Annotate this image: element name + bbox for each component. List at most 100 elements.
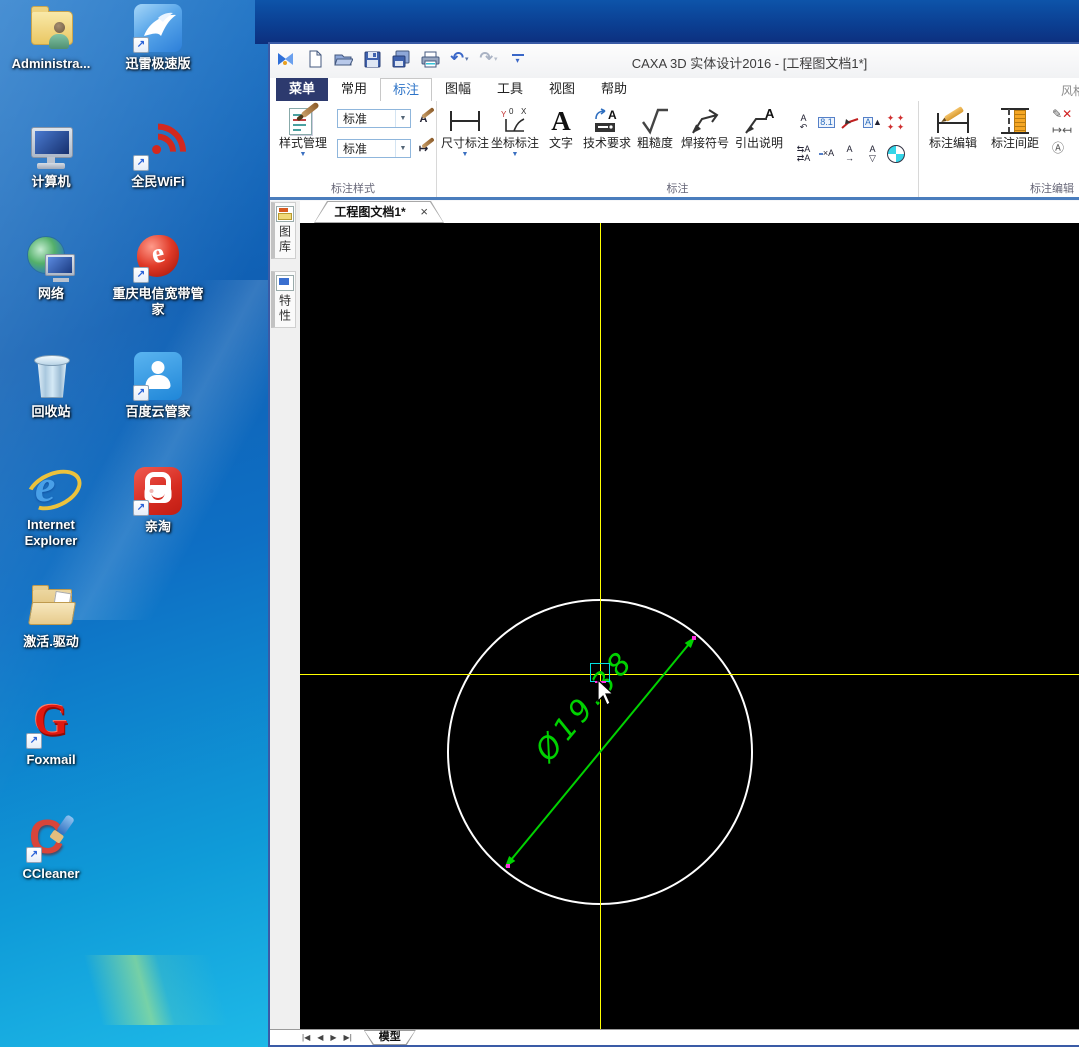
- desktop-icon-internet-explorer[interactable]: e Internet Explorer: [3, 460, 99, 549]
- desktop-icon-recycle-bin[interactable]: 回收站: [3, 350, 99, 420]
- rotate-text-icon[interactable]: A ↶: [794, 113, 813, 132]
- wallpaper-dark-band: [255, 0, 1079, 44]
- save-icon[interactable]: [363, 50, 382, 68]
- desktop-icon-administrator[interactable]: Administra...: [3, 2, 99, 72]
- combo-arrow-icon[interactable]: ▼: [395, 110, 410, 127]
- endpoint-marker: [506, 864, 510, 868]
- dim-spacing-icon: [999, 108, 1031, 134]
- desktop-icon-baidu-cloud[interactable]: ↗ 百度云管家: [110, 350, 206, 420]
- app-logo-icon[interactable]: [276, 50, 295, 68]
- edit-delete-icon[interactable]: ✎✕: [1052, 107, 1076, 121]
- desktop-icon-quanmin-wifi[interactable]: ↗ 全民WiFi: [110, 112, 206, 192]
- text-style-combo[interactable]: 标准 ▼: [337, 139, 411, 158]
- tab-help[interactable]: 帮助: [588, 78, 640, 101]
- text-icon: A: [551, 106, 571, 136]
- desktop-icon-label: 网络: [37, 286, 64, 301]
- shortcut-arrow-icon: ↗: [133, 37, 149, 53]
- dimension-style-combo[interactable]: 标准 ▼: [337, 109, 411, 128]
- tab-view[interactable]: 视图: [536, 78, 588, 101]
- title-bar[interactable]: ↶ ▾ ↷ ▾ ▾ CAXA 3D 实体设计2016 - [工程图文档1*]: [270, 44, 1079, 78]
- group-label: 标注: [666, 183, 689, 195]
- style-manager-icon: [288, 101, 320, 136]
- desktop-icon-qintao[interactable]: ↗ 亲淘: [110, 465, 206, 535]
- dim-compact-icon[interactable]: ↦↤: [1052, 123, 1076, 137]
- tab-menu[interactable]: 菜单: [276, 78, 328, 101]
- tab-sheet[interactable]: 图幅: [432, 78, 484, 101]
- datum-frame-icon[interactable]: A ▲: [863, 113, 882, 132]
- sidebar-tab-library[interactable]: 图库: [271, 202, 296, 259]
- broadband-manager-icon: ↗: [132, 232, 184, 284]
- dim-style-edit-icon[interactable]: ↦: [414, 137, 435, 158]
- mouse-cursor-icon: [597, 678, 619, 714]
- style-manager-button[interactable]: 样式管理 ▼: [273, 101, 333, 159]
- desktop-icon-label: Internet Explorer: [24, 517, 78, 548]
- sheet-bar: |◀ ◀ ▶ ▶| 模型: [270, 1029, 1079, 1045]
- box-text-icon[interactable]: ×A: [817, 144, 836, 163]
- desktop-icon-computer[interactable]: 计算机: [3, 120, 99, 190]
- quadrant-circle-icon[interactable]: [886, 144, 905, 163]
- recycle-bin-icon: [25, 350, 77, 402]
- desktop-icon-label: 激活.驱动: [23, 634, 79, 649]
- tab-common[interactable]: 常用: [328, 78, 380, 101]
- computer-icon: [25, 120, 77, 172]
- open-file-icon[interactable]: [334, 50, 353, 68]
- leader-note-button[interactable]: A 引出说明: [732, 103, 786, 150]
- desktop-icon-xunlei[interactable]: ↗ 迅雷极速版: [110, 2, 206, 72]
- text-button[interactable]: A 文字: [540, 103, 582, 150]
- desktop-icon-broadband-manager[interactable]: ↗ 重庆电信宽带管家: [110, 232, 206, 318]
- roughness-button[interactable]: 粗糙度: [632, 103, 678, 150]
- coordinate-dim-button[interactable]: Y0X 坐标标注 ▼: [490, 103, 540, 159]
- clipped-tools-column: ✎✕ ↦↤ Ⓐ: [1052, 107, 1076, 156]
- datum-target-icon[interactable]: A ▽: [863, 144, 882, 163]
- svg-text:A: A: [608, 108, 617, 122]
- window-title: CAXA 3D 实体设计2016 - [工程图文档1*]: [631, 56, 868, 71]
- qintao-icon: ↗: [132, 465, 184, 517]
- document-tab[interactable]: 工程图文档1* ×: [314, 201, 444, 223]
- text-style-edit-icon[interactable]: A: [414, 107, 435, 128]
- tab-annotation[interactable]: 标注: [380, 78, 432, 101]
- leader-note-icon: A: [743, 106, 775, 136]
- quanmin-wifi-icon: ↗: [118, 112, 198, 192]
- svg-text:Y: Y: [501, 110, 507, 119]
- desktop-icon-label: 亲淘: [144, 519, 171, 534]
- new-document-icon[interactable]: [305, 50, 324, 68]
- tab-tools[interactable]: 工具: [484, 78, 536, 101]
- sidebar-tab-properties[interactable]: 特性: [271, 271, 296, 328]
- close-document-icon[interactable]: ×: [420, 201, 428, 223]
- folder-icon: [25, 580, 77, 632]
- combo-arrow-icon[interactable]: ▼: [395, 140, 410, 157]
- prev-sheet-icon[interactable]: ◀: [317, 1033, 323, 1042]
- first-sheet-icon[interactable]: |◀: [302, 1033, 310, 1042]
- desktop-icon-network[interactable]: 网络: [3, 232, 99, 302]
- number-scale-icon[interactable]: 8.1: [817, 113, 836, 132]
- group-annotation: 尺寸标注 ▼ Y0X 坐标标注 ▼ A 文字 A 技术要求 粗糙度 焊接符号 A…: [437, 101, 919, 197]
- endpoint-marker: [692, 636, 696, 640]
- desktop-icon-activation-folder[interactable]: 激活.驱动: [3, 580, 99, 650]
- group-annotation-style: 样式管理 ▼ 标准 ▼ A 标准 ▼: [270, 101, 437, 197]
- desktop-icon-ccleaner[interactable]: C ↗ CCleaner: [3, 811, 99, 882]
- circled-a-icon[interactable]: Ⓐ: [1052, 139, 1076, 156]
- desktop-icon-foxmail[interactable]: G ↗ Foxmail: [3, 695, 99, 768]
- swap-text-icon[interactable]: ⇆A ⇄A: [794, 144, 813, 163]
- text-arrow-icon[interactable]: A →: [840, 144, 859, 163]
- model-sheet-tab[interactable]: 模型: [364, 1030, 416, 1045]
- weld-symbol-icon: [689, 106, 721, 136]
- caxa-window: ↶ ▾ ↷ ▾ ▾ CAXA 3D 实体设计2016 - [工程图文档1*] 菜单 …: [268, 42, 1079, 1047]
- tech-requirement-button[interactable]: A 技术要求: [582, 103, 632, 150]
- foxmail-icon: G ↗: [25, 695, 77, 750]
- svg-text:X: X: [521, 107, 527, 116]
- user-folder-icon: [25, 2, 77, 54]
- break-line-icon[interactable]: [840, 113, 859, 132]
- last-sheet-icon[interactable]: ▶|: [344, 1033, 352, 1042]
- weld-symbol-button[interactable]: 焊接符号: [678, 103, 732, 150]
- document-tab-bar: 工程图文档1* ×: [300, 201, 1079, 223]
- drawing-canvas[interactable]: Ø19.38: [300, 223, 1079, 1030]
- desktop-icon-label: 重庆电信宽带管家: [112, 286, 204, 317]
- dimension-button[interactable]: 尺寸标注 ▼: [440, 103, 490, 159]
- star-cluster-icon[interactable]: ✦ ✦ ✦ ✦: [886, 113, 905, 132]
- dim-edit-button[interactable]: 标注编辑: [922, 103, 984, 150]
- save-all-icon[interactable]: [392, 50, 411, 68]
- properties-icon: [276, 275, 294, 291]
- next-sheet-icon[interactable]: ▶: [330, 1033, 336, 1042]
- dim-spacing-button[interactable]: 标注间距: [984, 103, 1046, 150]
